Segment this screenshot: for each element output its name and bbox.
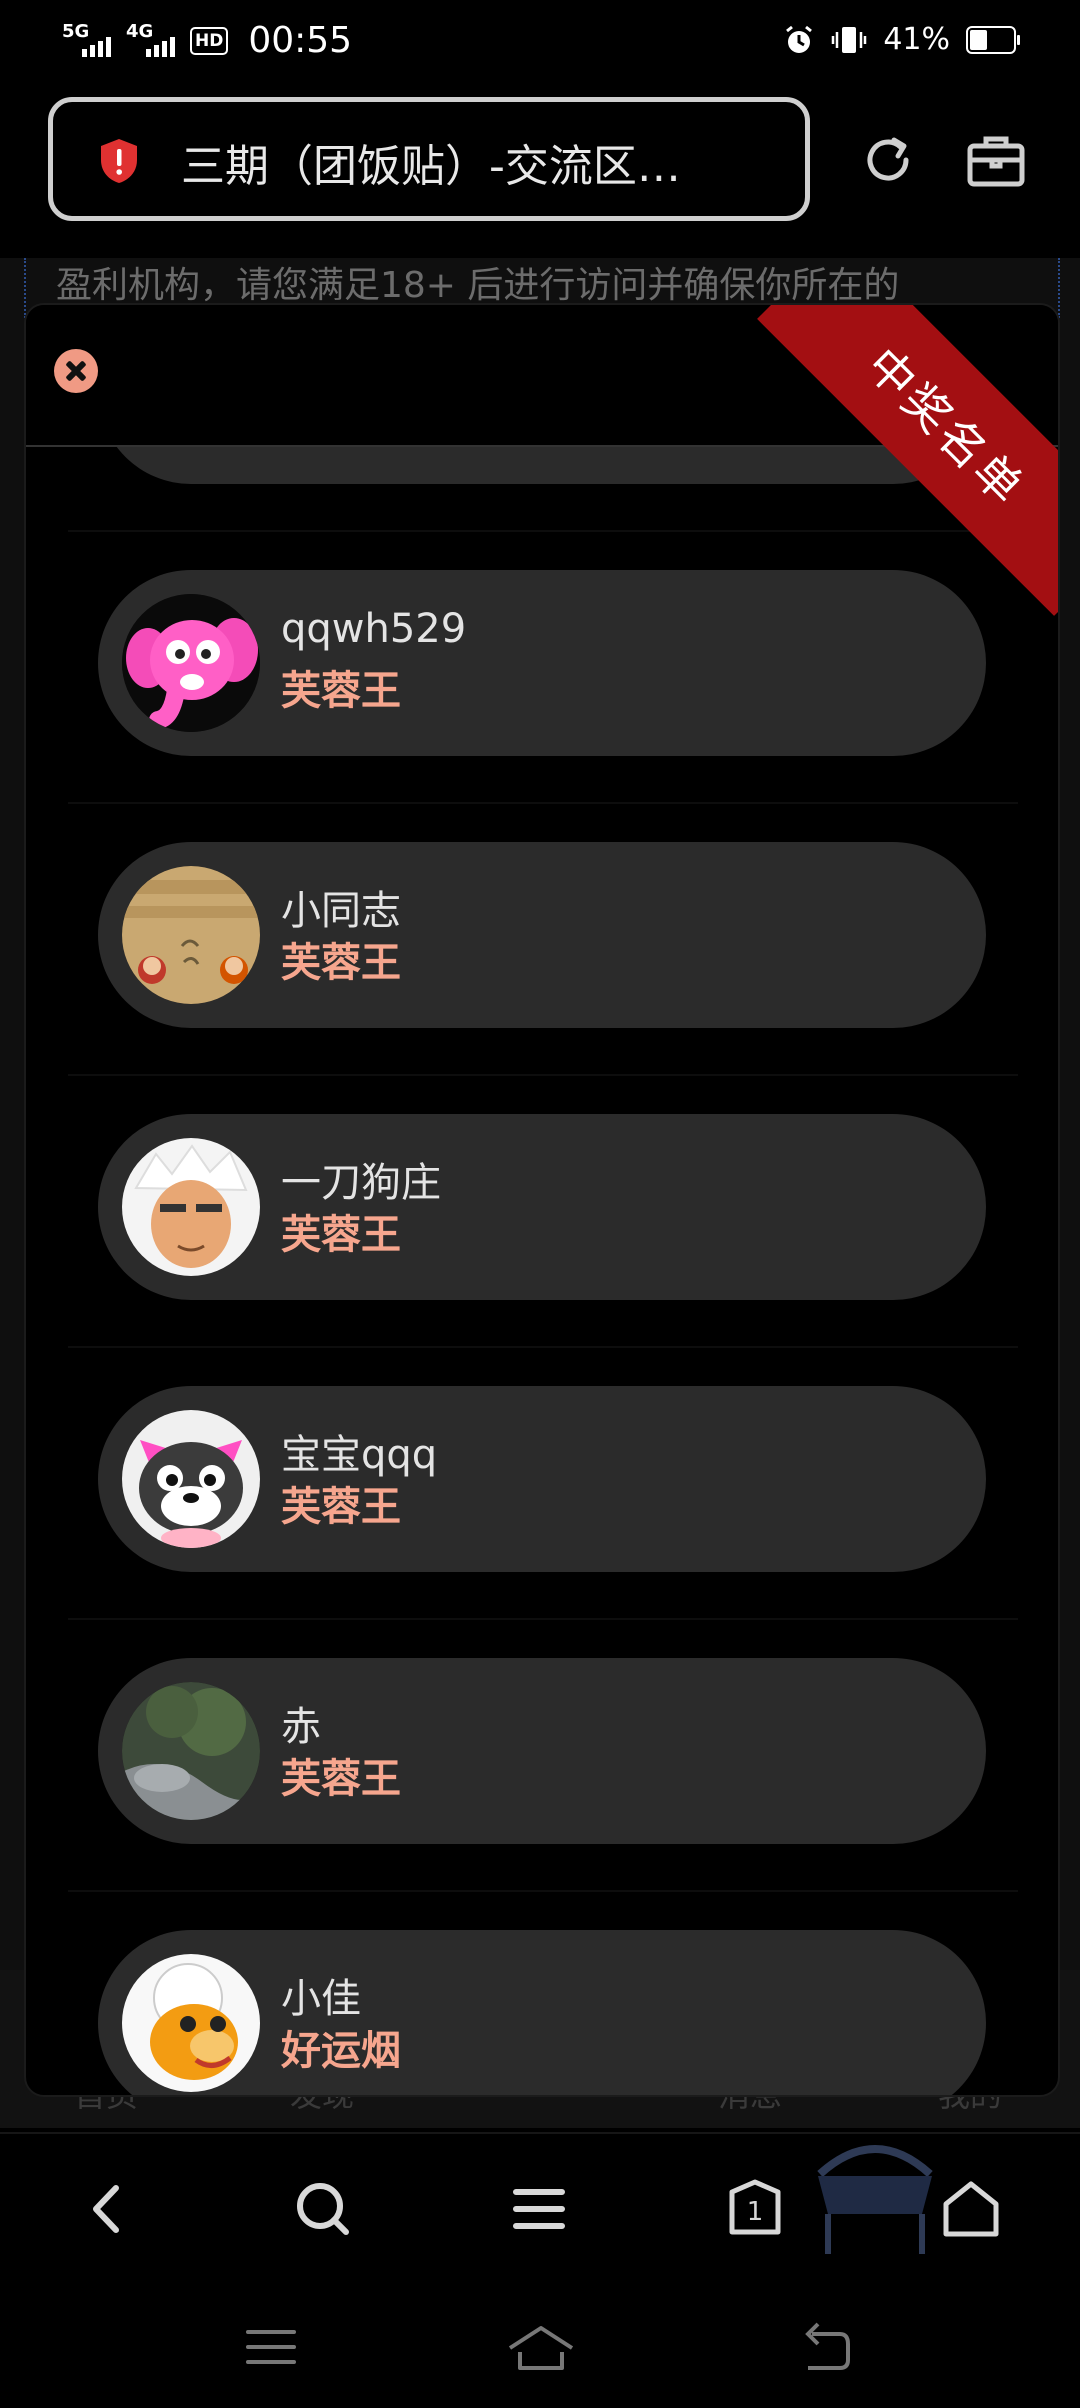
- system-back-button[interactable]: [790, 2312, 860, 2382]
- status-left: 5G 4G HD 00:55: [62, 20, 352, 61]
- search-icon: [297, 2183, 349, 2235]
- anime-face-icon: [122, 1138, 260, 1276]
- nature-photo-icon: [122, 1682, 260, 1820]
- tabs-button[interactable]: 1: [720, 2174, 790, 2244]
- house-outline-icon: [508, 2326, 574, 2370]
- list-item[interactable]: qqwh529 芙蓉王: [68, 530, 1018, 804]
- security-warning-icon[interactable]: [99, 138, 139, 184]
- return-arrow-icon: [805, 2322, 850, 2370]
- browser-toolbar: 1: [0, 2132, 1080, 2284]
- signal-4g-icon: 4G: [126, 21, 180, 61]
- reload-button[interactable]: [856, 128, 920, 192]
- system-nav-bar: [0, 2282, 1080, 2408]
- svg-text:1: 1: [747, 2197, 764, 2227]
- search-button[interactable]: [288, 2174, 358, 2244]
- battery-percent: 41%: [883, 22, 950, 57]
- chevron-left-icon: [93, 2185, 119, 2233]
- status-bar: 5G 4G HD 00:55 41%: [0, 0, 1080, 86]
- back-button[interactable]: [72, 2174, 142, 2244]
- toolbox-button[interactable]: [964, 128, 1028, 192]
- list-item[interactable]: 小佳 好运烟: [68, 1890, 1018, 2095]
- menu-button[interactable]: [504, 2174, 574, 2244]
- tabs-icon: 1: [729, 2179, 781, 2235]
- clock: 00:55: [248, 20, 353, 61]
- avatar: [122, 594, 260, 732]
- winner-name: qqwh529: [281, 606, 467, 652]
- winner-prize: 芙蓉王: [281, 668, 401, 714]
- winner-name: 一刀狗庄: [281, 1160, 441, 1206]
- briefcase-icon: [967, 136, 1025, 187]
- meme-picture-icon: [122, 866, 260, 1004]
- list-item[interactable]: 宝宝qqq 芙蓉王: [68, 1346, 1018, 1620]
- winner-name: 小佳: [281, 1976, 361, 2022]
- cartoon-monkey-icon: [122, 1954, 260, 2092]
- vibrate-icon: [832, 26, 867, 53]
- list-item[interactable]: 赤 芙蓉王: [68, 1618, 1018, 1892]
- page-title[interactable]: 三期（团饭贴）-交流区…: [181, 130, 771, 194]
- pink-elephant-icon: [122, 594, 260, 732]
- avatar: [122, 866, 260, 1004]
- avatar: [122, 1138, 260, 1276]
- home-icon: [943, 2181, 999, 2237]
- home-button[interactable]: [936, 2174, 1006, 2244]
- system-home-button[interactable]: [506, 2312, 576, 2382]
- winner-name: 宝宝qqq: [281, 1432, 438, 1478]
- winner-prize: 芙蓉王: [281, 1756, 401, 1802]
- winner-name: 小同志: [281, 888, 401, 934]
- signal-5g-icon: 5G: [62, 21, 116, 61]
- winner-prize: 芙蓉王: [281, 1212, 401, 1258]
- incognito-glasses-icon: [817, 2145, 933, 2254]
- avatar: [122, 1954, 260, 2092]
- cat-face-icon: [122, 1410, 260, 1548]
- avatar: [122, 1682, 260, 1820]
- winner-name: 赤: [281, 1704, 321, 1750]
- battery-icon: [966, 25, 1020, 54]
- avatar: [122, 1410, 260, 1548]
- recents-icon: [246, 2330, 296, 2364]
- winner-prize: 芙蓉王: [281, 1484, 401, 1530]
- winner-prize: 芙蓉王: [281, 940, 401, 986]
- age-notice: 盈利机构，请您满足18+ 后进行访问并确保你所在的: [56, 265, 900, 306]
- list-item[interactable]: 小同志 芙蓉王: [68, 802, 1018, 1076]
- status-right: 41%: [783, 22, 1020, 57]
- reload-icon: [867, 137, 909, 181]
- list-item[interactable]: 一刀狗庄 芙蓉王: [68, 1074, 1018, 1348]
- winner-prize: 好运烟: [281, 2028, 401, 2074]
- winner-list-modal: 中奖名单 qqwh529 芙蓉王 小同志 芙蓉王 一刀狗庄 芙蓉王 宝宝qqq …: [24, 303, 1060, 2097]
- hamburger-icon: [513, 2189, 565, 2229]
- alarm-icon: [786, 25, 813, 53]
- recent-apps-button[interactable]: [236, 2312, 306, 2382]
- hd-voice-icon: HD: [190, 26, 229, 55]
- address-bar[interactable]: 三期（团饭贴）-交流区…: [48, 97, 810, 221]
- close-button[interactable]: [54, 349, 98, 393]
